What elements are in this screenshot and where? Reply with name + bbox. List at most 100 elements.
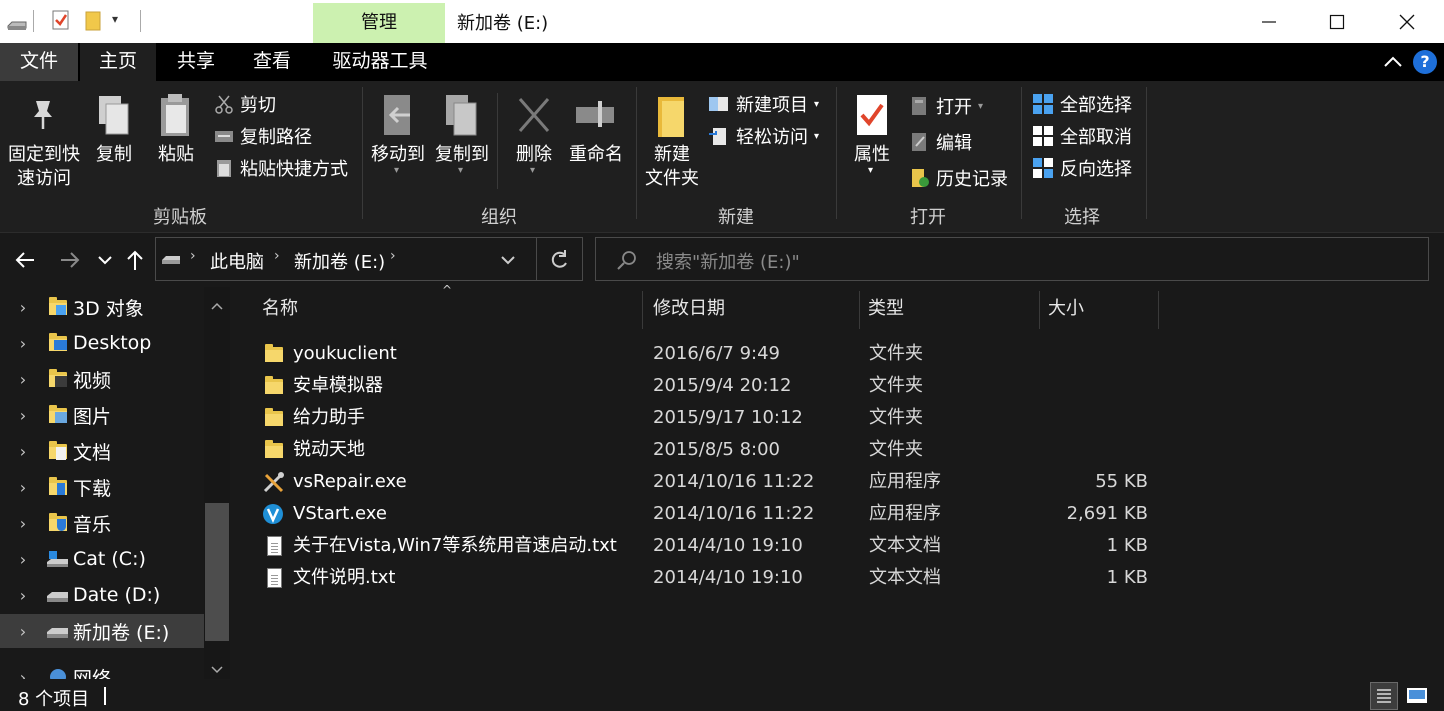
properties-quick-icon[interactable] [52, 10, 70, 35]
up-button[interactable] [122, 245, 148, 275]
collapse-ribbon-button[interactable] [1382, 51, 1404, 73]
dropdown-arrow-icon: ▾ [978, 100, 984, 112]
cut-button[interactable]: 剪切 [214, 91, 276, 117]
file-name: vsRepair.exe [293, 471, 407, 492]
minimize-button[interactable] [1234, 0, 1304, 43]
rename-button[interactable]: 重命名 [564, 91, 628, 171]
nav-item-pictures[interactable]: › 图片 [0, 398, 204, 432]
nav-item-documents[interactable]: › 文档 [0, 434, 204, 468]
nav-item-desktop[interactable]: › Desktop [0, 326, 204, 360]
file-row[interactable]: 安卓模拟器 2015/9/4 20:12 文件夹 [232, 370, 1444, 402]
chevron-right-icon[interactable]: › [0, 668, 46, 680]
open-button[interactable]: 打开 ▾ [910, 93, 983, 119]
column-divider[interactable] [642, 291, 643, 329]
chevron-right-icon[interactable]: › [0, 334, 46, 353]
breadcrumb-this-pc[interactable]: 此电脑 [210, 248, 264, 274]
easy-access-icon [709, 128, 726, 145]
close-button[interactable] [1372, 0, 1442, 43]
address-history-dropdown[interactable] [500, 250, 516, 275]
scroll-up-button[interactable] [211, 295, 223, 316]
copy-button[interactable]: 复制 [88, 91, 140, 171]
tab-drive-tools[interactable]: 驱动器工具 [316, 43, 444, 81]
column-header-size[interactable]: 大小 [1048, 287, 1084, 329]
paste-button[interactable]: 粘贴 [148, 91, 204, 171]
nav-item-videos[interactable]: › 视频 [0, 362, 204, 396]
copy-to-button[interactable]: 复制到 ▾ [430, 91, 494, 189]
invert-selection-label: 反向选择 [1060, 159, 1132, 180]
chevron-right-icon[interactable]: › [0, 622, 46, 641]
file-row[interactable]: VStart.exe 2014/10/16 11:22 应用程序 2,691 K… [232, 498, 1444, 530]
invert-selection-button[interactable]: 反向选择 [1032, 155, 1132, 181]
breadcrumb-drive-e[interactable]: 新加卷 (E:) [294, 248, 385, 274]
new-folder-quick-icon[interactable] [84, 10, 102, 37]
file-row[interactable]: 关于在Vista,Win7等系统用音速启动.txt 2014/4/10 19:1… [232, 530, 1444, 562]
select-all-button[interactable]: 全部选择 [1032, 91, 1132, 117]
scroll-down-button[interactable] [211, 659, 223, 679]
chevron-right-icon[interactable]: › [0, 514, 46, 533]
address-bar[interactable]: › 此电脑 › 新加卷 (E:) › [155, 237, 583, 281]
maximize-button[interactable] [1302, 0, 1372, 43]
manage-context-tab[interactable]: 管理 [313, 3, 445, 43]
forward-button[interactable] [57, 245, 83, 275]
chevron-right-icon[interactable]: › [0, 406, 46, 425]
new-group-label: 新建 [718, 207, 754, 228]
help-button[interactable]: ? [1413, 50, 1437, 74]
tab-share[interactable]: 共享 [160, 43, 232, 81]
nav-item-3d-objects[interactable]: › 3D 对象 [0, 290, 204, 324]
nav-item-drive-d[interactable]: › Date (D:) [0, 578, 204, 612]
move-to-button[interactable]: 移动到 ▾ [366, 91, 430, 189]
chevron-right-icon[interactable]: › [0, 370, 46, 389]
file-row[interactable]: 锐动天地 2015/8/5 8:00 文件夹 [232, 434, 1444, 466]
file-row[interactable]: 文件说明.txt 2014/4/10 19:10 文本文档 1 KB [232, 562, 1444, 594]
large-icons-view-button[interactable] [1404, 682, 1432, 710]
edit-button[interactable]: 编辑 [910, 129, 972, 155]
column-header-name[interactable]: 名称 [262, 287, 298, 329]
history-button[interactable]: 历史记录 [910, 165, 1008, 191]
properties-button[interactable]: 属性 ▾ [842, 91, 902, 189]
chevron-right-icon[interactable]: › [0, 586, 46, 605]
search-field[interactable]: 搜索"新加卷 (E:)" [595, 237, 1429, 281]
nav-item-drive-c[interactable]: › Cat (C:) [0, 542, 204, 576]
chevron-right-icon[interactable]: › [0, 478, 46, 497]
column-header-date-modified[interactable]: 修改日期 [653, 287, 725, 329]
recent-locations-button[interactable] [92, 245, 118, 275]
customize-quick-access-icon[interactable]: ▾ [112, 12, 118, 26]
copy-path-button[interactable]: 复制路径 [214, 123, 312, 149]
nav-item-music[interactable]: › 音乐 [0, 506, 204, 540]
scrollbar-thumb[interactable] [205, 503, 229, 641]
tab-home[interactable]: 主页 [80, 43, 156, 81]
column-divider[interactable] [1039, 291, 1040, 329]
nav-item-drive-e[interactable]: › 新加卷 (E:) [0, 614, 204, 648]
select-none-button[interactable]: 全部取消 [1032, 123, 1132, 149]
drive-icon [6, 16, 28, 37]
new-folder-button[interactable]: 新建 文件夹 [640, 91, 704, 195]
pin-to-quick-access-button[interactable]: 固定到快 速访问 [4, 91, 84, 195]
column-divider[interactable] [859, 291, 860, 329]
refresh-button[interactable] [548, 249, 570, 276]
new-item-button[interactable]: 新建项目 ▾ [708, 91, 819, 117]
file-row[interactable]: vsRepair.exe 2014/10/16 11:22 应用程序 55 KB [232, 466, 1444, 498]
navigation-scrollbar[interactable] [204, 287, 230, 679]
chevron-right-icon[interactable]: › [0, 550, 46, 569]
nav-item-network[interactable]: › 网络 [0, 660, 204, 679]
file-row[interactable]: youkuclient 2016/6/7 9:49 文件夹 [232, 338, 1444, 370]
delete-button[interactable]: 删除 ▾ [506, 91, 562, 189]
details-view-button[interactable] [1370, 682, 1398, 710]
tab-view[interactable]: 查看 [236, 43, 308, 81]
pin-label-line1: 固定到快 [8, 144, 80, 165]
file-size: 1 KB [1106, 567, 1148, 588]
history-icon [912, 169, 929, 187]
nav-item-label: 音乐 [73, 513, 112, 536]
nav-item-downloads[interactable]: › 下载 [0, 470, 204, 504]
tab-file[interactable]: 文件 [0, 43, 78, 81]
column-header-type[interactable]: 类型 [868, 287, 904, 329]
search-icon [617, 251, 636, 270]
paste-shortcut-button[interactable]: 粘贴快捷方式 [214, 155, 348, 181]
chevron-right-icon[interactable]: › [0, 298, 46, 317]
chevron-right-icon[interactable]: › [0, 442, 46, 461]
back-button[interactable] [12, 245, 38, 275]
nav-item-label: 3D 对象 [73, 297, 144, 320]
column-divider[interactable] [1158, 291, 1159, 329]
easy-access-button[interactable]: 轻松访问 ▾ [708, 123, 819, 149]
file-row[interactable]: 给力助手 2015/9/17 10:12 文件夹 [232, 402, 1444, 434]
